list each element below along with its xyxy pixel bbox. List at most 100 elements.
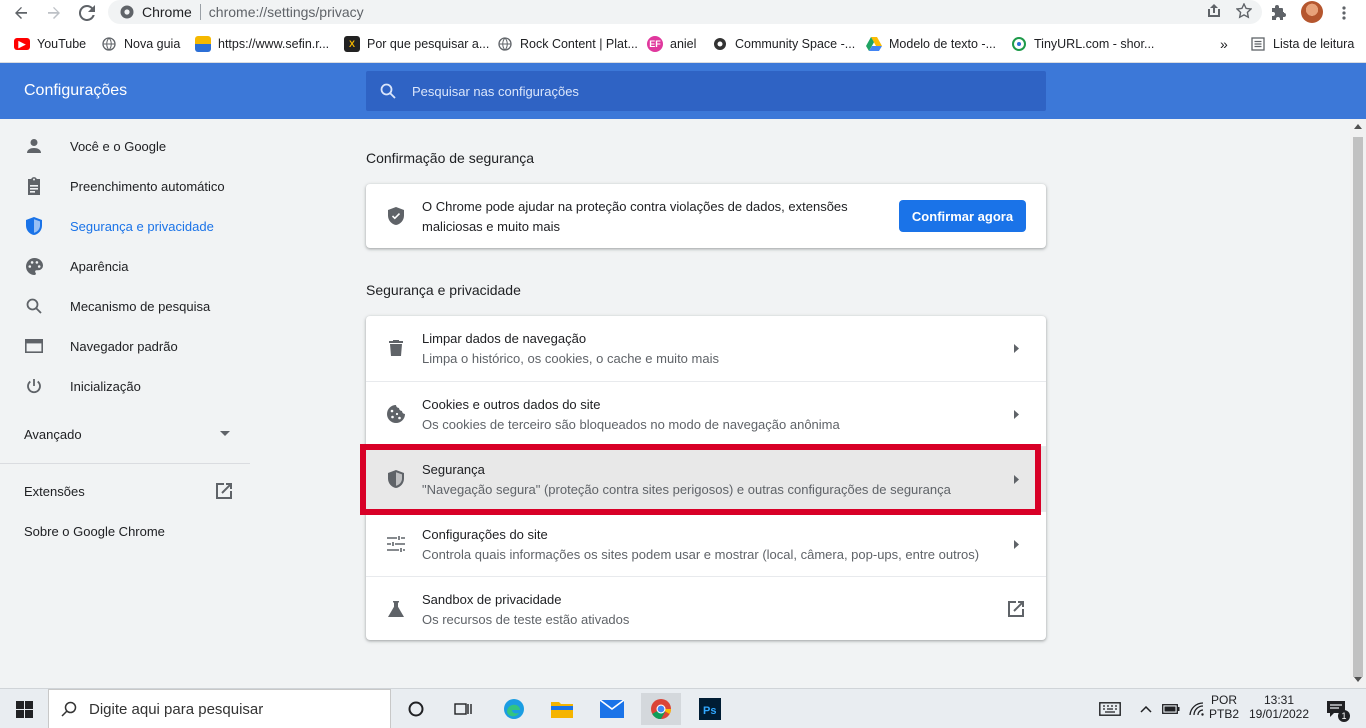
sidebar-item-label: Sobre o Google Chrome — [24, 523, 165, 539]
bookmark-sefin[interactable]: https://www.sefin.r... — [195, 35, 329, 53]
row-title: Sandbox de privacidade — [422, 592, 562, 607]
svg-text:Ps: Ps — [703, 705, 716, 717]
safety-check-card: O Chrome pode ajudar na proteção contra … — [366, 184, 1046, 248]
clock[interactable]: 13:31 19/01/2022 — [1244, 693, 1314, 721]
sidebar-item-sobre-o-chrome[interactable]: Sobre o Google Chrome — [0, 511, 250, 551]
bookmark-aniel[interactable]: EF aniel — [647, 35, 696, 53]
sidebar-item-navegador-padrao[interactable]: Navegador padrão — [0, 326, 250, 366]
flask-icon — [386, 599, 406, 619]
star-icon[interactable] — [1236, 3, 1252, 19]
omnibox-separator — [199, 4, 201, 20]
taskbar-edge[interactable] — [494, 693, 534, 725]
bookmark-label: aniel — [670, 37, 697, 51]
open-in-new-icon — [1006, 599, 1026, 619]
scroll-up-arrow-icon[interactable] — [1354, 124, 1362, 129]
notifications-button[interactable]: 1 — [1318, 693, 1354, 725]
battery-button[interactable] — [1160, 693, 1182, 725]
notification-count-badge: 1 — [1338, 710, 1350, 722]
share-icon[interactable] — [1206, 3, 1222, 19]
start-button[interactable] — [4, 693, 44, 725]
task-view-button[interactable] — [443, 693, 483, 725]
taskbar-search-input[interactable]: Digite aqui para pesquisar — [48, 689, 391, 728]
cortana-circle-icon — [408, 701, 424, 717]
url-text: chrome://settings/privacy — [208, 4, 364, 20]
keyboard-layout: PTB2 — [1208, 707, 1239, 721]
bookmark-modelo-de-texto[interactable]: Modelo de texto -... — [866, 35, 996, 53]
task-view-icon — [454, 703, 472, 715]
chrome-logo-icon — [651, 699, 672, 720]
bookmark-tinyurl[interactable]: TinyURL.com - shor... — [1011, 35, 1154, 53]
shield-check-icon — [386, 206, 406, 226]
settings-sidebar: Você e o Google Preenchimento automático… — [0, 119, 250, 688]
row-cookies[interactable]: Cookies e outros dados do site Os cookie… — [366, 381, 1046, 446]
sidebar-item-label: Inicialização — [70, 378, 141, 394]
sefin-icon — [195, 36, 211, 52]
scroll-thumb[interactable] — [1353, 137, 1363, 677]
row-sandbox-de-privacidade[interactable]: Sandbox de privacidade Os recursos de te… — [366, 576, 1046, 641]
bookmarks-overflow-button[interactable]: » — [1220, 35, 1228, 53]
sidebar-divider — [0, 463, 250, 464]
back-button[interactable] — [10, 2, 32, 24]
taskbar-search-placeholder: Digite aqui para pesquisar — [89, 700, 264, 718]
bookmark-label: Rock Content | Plat... — [520, 37, 638, 51]
sidebar-item-extensoes[interactable]: Extensões — [0, 471, 250, 511]
bookmark-label: Por que pesquisar a... — [367, 37, 490, 51]
page-scrollbar[interactable] — [1350, 119, 1366, 688]
sidebar-item-label: Preenchimento automático — [70, 178, 225, 194]
address-bar[interactable]: Chrome chrome://settings/privacy — [108, 0, 1262, 24]
keyboard-tray-button[interactable] — [1092, 693, 1128, 725]
sidebar-item-inicializacao[interactable]: Inicialização — [0, 366, 250, 406]
profile-avatar[interactable] — [1301, 1, 1323, 23]
bookmark-por-que-pesquisar[interactable]: X Por que pesquisar a... — [344, 35, 489, 53]
windows-logo-icon — [15, 700, 33, 718]
taskbar-photoshop[interactable]: Ps — [690, 693, 730, 725]
taskbar-chrome[interactable] — [641, 693, 681, 725]
row-subtitle: Limpa o histórico, os cookies, o cache e… — [422, 351, 719, 366]
extensions-button[interactable] — [1268, 2, 1290, 24]
sidebar-item-seguranca-e-privacidade[interactable]: Segurança e privacidade — [0, 206, 250, 246]
bookmark-rock-content[interactable]: Rock Content | Plat... — [497, 35, 638, 53]
bookmark-youtube[interactable]: ▶ YouTube — [14, 35, 86, 53]
chrome-logo-icon — [120, 5, 134, 19]
row-configuracoes-do-site[interactable]: Configurações do site Controla quais inf… — [366, 511, 1046, 576]
reload-button[interactable] — [76, 2, 98, 24]
taskbar-mail[interactable] — [592, 693, 632, 725]
scroll-down-arrow-icon[interactable] — [1354, 677, 1362, 682]
keyboard-icon — [1099, 702, 1121, 716]
network-button[interactable] — [1186, 693, 1208, 725]
sidebar-item-aparencia[interactable]: Aparência — [0, 246, 250, 286]
reading-list-button[interactable]: Lista de leitura — [1250, 35, 1354, 53]
language-indicator[interactable]: POR PTB2 — [1208, 693, 1240, 721]
sidebar-item-label: Mecanismo de pesquisa — [70, 298, 211, 314]
row-limpar-dados[interactable]: Limpar dados de navegação Limpa o histór… — [366, 316, 1046, 381]
wifi-icon — [1189, 702, 1204, 716]
sidebar-item-preenchimento[interactable]: Preenchimento automático — [0, 166, 250, 206]
confirm-now-button[interactable]: Confirmar agora — [899, 200, 1026, 232]
battery-icon — [1162, 704, 1180, 714]
chrome-menu-button[interactable] — [1333, 2, 1355, 24]
settings-search-input[interactable]: Pesquisar nas configurações — [366, 71, 1046, 111]
sidebar-item-voce-e-o-google[interactable]: Você e o Google — [0, 126, 250, 166]
arrow-right-icon — [48, 7, 60, 19]
search-icon — [61, 701, 77, 717]
bookmark-label: TinyURL.com - shor... — [1034, 37, 1155, 51]
tray-show-hidden-button[interactable] — [1136, 693, 1156, 725]
sidebar-item-label: Extensões — [24, 483, 85, 499]
bookmark-community-space[interactable]: Community Space -... — [712, 35, 855, 53]
sidebar-advanced-toggle[interactable]: Avançado — [0, 414, 250, 454]
browser-toolbar: Chrome chrome://settings/privacy — [0, 0, 1366, 25]
privacy-section-title: Segurança e privacidade — [366, 282, 521, 298]
row-title: Limpar dados de navegação — [422, 331, 587, 346]
palette-icon — [24, 256, 44, 276]
sidebar-item-mecanismo-de-pesquisa[interactable]: Mecanismo de pesquisa — [0, 286, 250, 326]
sidebar-item-label: Você e o Google — [70, 138, 167, 154]
cortana-button[interactable] — [396, 693, 436, 725]
more-vert-icon — [1342, 6, 1346, 20]
overflow-chevron-icon: » — [1220, 36, 1228, 52]
arrow-left-icon — [15, 7, 27, 19]
community-icon — [712, 36, 728, 52]
bookmark-nova-guia[interactable]: Nova guia — [101, 35, 180, 53]
tune-icon — [386, 534, 406, 554]
taskbar-file-explorer[interactable] — [542, 693, 582, 725]
forward-button[interactable] — [43, 2, 65, 24]
